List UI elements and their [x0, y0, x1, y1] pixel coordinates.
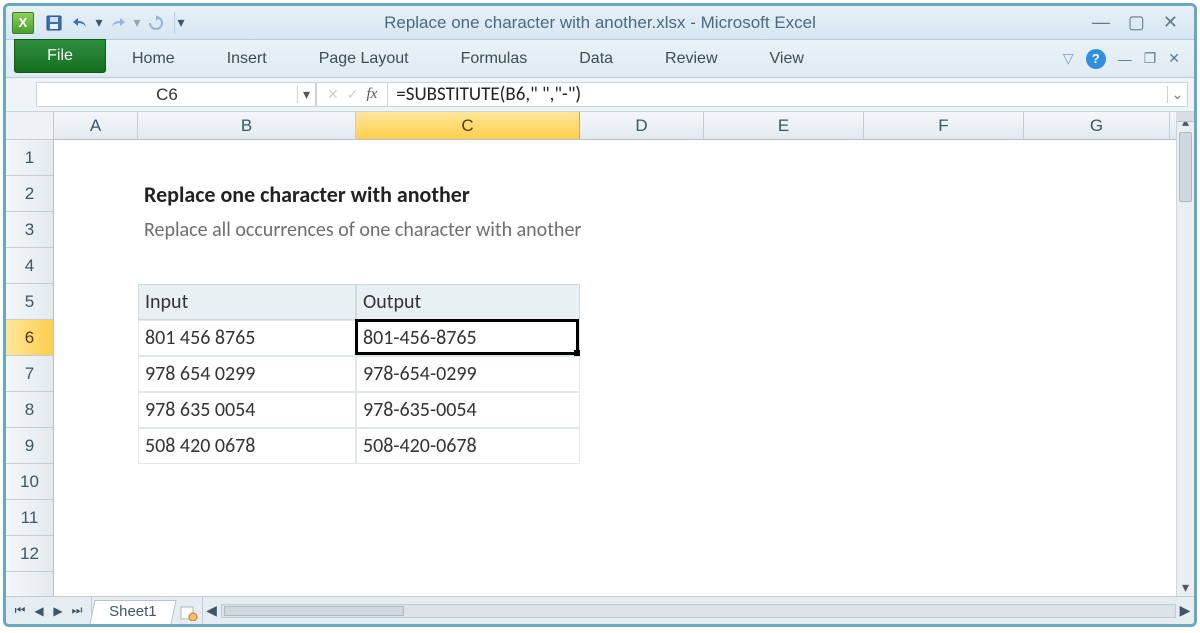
cell-heading[interactable]: Replace one character with another [138, 176, 704, 212]
row-header-1[interactable]: 1 [6, 140, 53, 176]
excel-window: ▾ ▾ ▾ Replace one character with another… [3, 3, 1197, 627]
formula-input[interactable]: =SUBSTITUTE(B6," ","-") [388, 83, 1167, 106]
row-header-7[interactable]: 7 [6, 356, 53, 392]
column-header-B[interactable]: B [138, 112, 356, 139]
name-box-dropdown[interactable]: ▾ [297, 86, 315, 103]
sheet-nav-buttons: ⏮ ◀ ▶ ⏭ [6, 597, 92, 624]
cell-header-output[interactable]: Output [356, 284, 580, 320]
tab-view[interactable]: View [744, 40, 830, 77]
cell-header-input[interactable]: Input [138, 284, 356, 320]
repeat-button[interactable] [144, 11, 168, 35]
insert-function-button[interactable]: fx [366, 86, 377, 103]
undo-dropdown[interactable]: ▾ [94, 11, 104, 35]
row-header-5[interactable]: 5 [6, 284, 53, 320]
cell-subheading[interactable]: Replace all occurrences of one character… [138, 212, 864, 248]
column-header-E[interactable]: E [704, 112, 864, 139]
row-header-11[interactable]: 11 [6, 500, 53, 536]
sheet-prev-button[interactable]: ◀ [31, 604, 47, 618]
file-tab[interactable]: File [14, 39, 106, 73]
row-header-3[interactable]: 3 [6, 212, 53, 248]
vertical-scroll-thumb[interactable] [1179, 132, 1192, 202]
row-header-12[interactable]: 12 [6, 536, 53, 572]
row-header-4[interactable]: 4 [6, 248, 53, 284]
cell-output-row8[interactable]: 978-635-0054 [356, 392, 580, 428]
select-all-corner[interactable] [6, 112, 54, 140]
name-box-value: C6 [37, 85, 297, 105]
cell-output-row7[interactable]: 978-654-0299 [356, 356, 580, 392]
sheet-next-button[interactable]: ▶ [50, 604, 66, 618]
help-icon[interactable]: ? [1086, 49, 1106, 69]
row-header-6[interactable]: 6 [6, 320, 53, 356]
sheet-tab-label: Sheet1 [109, 603, 157, 620]
name-box[interactable]: C6 ▾ [36, 82, 316, 107]
workbook-close-button[interactable]: ✕ [1168, 50, 1180, 67]
undo-button[interactable] [68, 11, 92, 35]
ribbon-min-icon[interactable]: ▽ [1063, 50, 1074, 67]
window-controls: ― ▢ ✕ [1092, 12, 1188, 33]
tab-formulas[interactable]: Formulas [435, 40, 554, 77]
scroll-right-button[interactable]: ▶ [1176, 602, 1194, 619]
tab-data[interactable]: Data [553, 40, 639, 77]
row-header-2[interactable]: 2 [6, 176, 53, 212]
excel-app-icon[interactable] [12, 12, 34, 34]
cell-output-row9[interactable]: 508-420-0678 [356, 428, 580, 464]
formula-bar: C6 ▾ ✕ ✓ fx =SUBSTITUTE(B6," ","-") ⌄ [6, 78, 1194, 112]
save-button[interactable] [42, 11, 66, 35]
row-headers: 123456789101112 [6, 140, 54, 596]
tab-home[interactable]: Home [106, 40, 201, 77]
expand-formula-bar[interactable]: ⌄ [1167, 86, 1187, 103]
vertical-scrollbar[interactable]: ▴ ▾ [1176, 112, 1194, 596]
cell-input-row6[interactable]: 801 456 8765 [138, 320, 356, 356]
worksheet-grid[interactable]: ABCDEFG 123456789101112 Replace one char… [6, 112, 1194, 596]
maximize-button[interactable]: ▢ [1128, 12, 1145, 33]
tab-review[interactable]: Review [639, 40, 743, 77]
ribbon: File Home Insert Page Layout Formulas Da… [6, 40, 1194, 78]
horizontal-scroll-track[interactable] [221, 604, 1176, 618]
column-header-F[interactable]: F [864, 112, 1024, 139]
cell-input-row8[interactable]: 978 635 0054 [138, 392, 356, 428]
workbook-restore-button[interactable]: ❐ [1144, 50, 1157, 67]
cell-input-row7[interactable]: 978 654 0299 [138, 356, 356, 392]
split-box[interactable] [1176, 112, 1194, 122]
cells-area[interactable]: Replace one character with anotherReplac… [54, 140, 1176, 596]
row-header-9[interactable]: 9 [6, 428, 53, 464]
enter-formula-icon[interactable]: ✓ [347, 86, 359, 103]
sheet-tab-bar: ⏮ ◀ ▶ ⏭ Sheet1 ◀ ▶ [6, 596, 1194, 624]
qat-customize-dropdown[interactable]: ▾ [174, 11, 188, 35]
column-header-D[interactable]: D [580, 112, 704, 139]
tab-page-layout[interactable]: Page Layout [293, 40, 435, 77]
scroll-left-button[interactable]: ◀ [203, 602, 221, 619]
horizontal-scroll-thumb[interactable] [224, 606, 404, 616]
column-headers: ABCDEFG [54, 112, 1176, 140]
horizontal-scrollbar[interactable]: ◀ ▶ [202, 597, 1194, 624]
tab-insert[interactable]: Insert [201, 40, 293, 77]
sheet-last-button[interactable]: ⏭ [69, 603, 85, 618]
column-header-C[interactable]: C [356, 112, 580, 139]
title-bar: ▾ ▾ ▾ Replace one character with another… [6, 6, 1194, 40]
sheet-tab-active[interactable]: Sheet1 [89, 600, 176, 624]
redo-button[interactable] [106, 11, 130, 35]
column-header-G[interactable]: G [1024, 112, 1170, 139]
column-header-A[interactable]: A [54, 112, 138, 139]
sheet-first-button[interactable]: ⏮ [12, 603, 28, 618]
close-button[interactable]: ✕ [1163, 12, 1178, 33]
cell-input-row9[interactable]: 508 420 0678 [138, 428, 356, 464]
workbook-minimize-button[interactable]: ― [1118, 51, 1132, 67]
row-header-8[interactable]: 8 [6, 392, 53, 428]
redo-dropdown[interactable]: ▾ [132, 11, 142, 35]
cancel-formula-icon[interactable]: ✕ [327, 86, 339, 103]
new-sheet-button[interactable] [176, 601, 202, 624]
quick-access-toolbar: ▾ ▾ ▾ [12, 11, 188, 35]
scroll-down-button[interactable]: ▾ [1177, 578, 1194, 596]
cell-output-row6[interactable]: 801-456-8765 [356, 320, 580, 356]
row-header-10[interactable]: 10 [6, 464, 53, 500]
minimize-button[interactable]: ― [1092, 12, 1110, 33]
